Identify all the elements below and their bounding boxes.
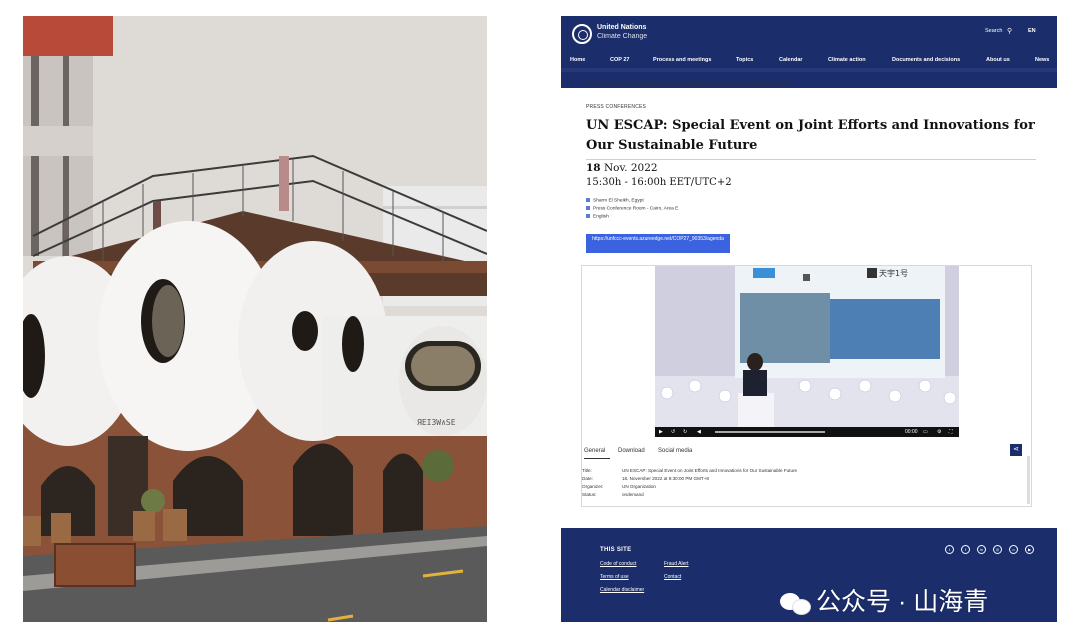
brand-line1: United Nations: [597, 24, 647, 31]
active-tab-indicator: [584, 458, 610, 459]
footer-link-contact[interactable]: Contact: [664, 574, 681, 580]
event-time: 15:30h - 16:00h EET/UTC+2: [586, 177, 732, 188]
video-player-box: 天宇1号 ▶ ↺ ↻ ◀ 00:00 ▭ ⚙ ⛶ General Downloa…: [581, 265, 1032, 507]
nav-item-documents[interactable]: Documents and decisions: [892, 57, 960, 63]
location-icon: [586, 198, 590, 202]
building-photo: ЯEIЗW∧SE: [23, 16, 487, 622]
date-day: 18: [586, 162, 601, 174]
player-tabs: General Download Social media: [582, 446, 1033, 459]
page-title: UN ESCAP: Special Event on Joint Efforts…: [586, 118, 1035, 153]
agenda-link-button[interactable]: https://unfccc-events.azureedge.net/COP2…: [586, 234, 730, 253]
watermark-text: 公众号 · 山海青: [816, 588, 989, 616]
time-readout: 00:00: [905, 429, 918, 435]
nav-item-home[interactable]: Home: [570, 57, 585, 63]
room-text: Press Conference Room - Cairo, Area E: [593, 206, 679, 212]
wechat-watermark: 公众号 · 山海青: [780, 582, 988, 618]
language-icon: [586, 214, 590, 218]
footer-link-fraud-alert[interactable]: Fraud Alert: [664, 561, 688, 567]
details-scrollbar[interactable]: [1027, 456, 1030, 504]
wechat-icon: [780, 591, 811, 616]
nav-item-calendar[interactable]: Calendar: [779, 57, 803, 63]
instagram-icon[interactable]: ◎: [993, 545, 1002, 554]
category-kicker: PRESS CONFERENCES: [586, 104, 647, 110]
share-icon[interactable]: ⋖: [1010, 444, 1022, 456]
forward-icon[interactable]: ↻: [683, 429, 687, 435]
language-selector[interactable]: EN: [1028, 28, 1036, 34]
un-climate-logo-icon[interactable]: [572, 24, 592, 44]
progress-bar[interactable]: [715, 431, 825, 433]
volume-icon[interactable]: ◀: [697, 429, 701, 435]
detail-value: UN Organization: [622, 484, 656, 489]
fullscreen-icon[interactable]: ⛶: [949, 429, 953, 435]
detail-key: Title:: [582, 468, 592, 473]
footer-link-calendar-disclaimer[interactable]: Calendar disclaimer: [600, 587, 644, 593]
twitter-icon[interactable]: t: [945, 545, 954, 554]
nav-item-topics[interactable]: Topics: [736, 57, 753, 63]
collage-frame: ЯEIЗW∧SE United Nations Climate Change S…: [0, 0, 1080, 643]
footer-heading: THIS SITE: [600, 547, 632, 553]
rewind-icon[interactable]: ↺: [671, 429, 675, 435]
un-webpage-screenshot: United Nations Climate Change Search ⚲ E…: [530, 16, 1057, 622]
facebook-icon[interactable]: f: [961, 545, 970, 554]
slide-brand: 天宇1号: [879, 268, 908, 278]
footer-link-terms[interactable]: Terms of use: [600, 574, 629, 580]
location-text: Sharm El Sheikh, Egypt: [593, 198, 644, 204]
detail-key: Organizer:: [582, 484, 604, 489]
room-icon: [586, 206, 590, 210]
detail-key: Date:: [582, 476, 593, 481]
title-divider: [586, 159, 1036, 160]
un-header: United Nations Climate Change Search ⚲ E…: [561, 16, 1057, 88]
tab-general[interactable]: General: [584, 448, 605, 454]
tab-download[interactable]: Download: [618, 448, 645, 454]
footer-link-code-of-conduct[interactable]: Code of conduct: [600, 561, 636, 567]
breadcrumb[interactable]: unfccc > UN ESCAP: Special Event on Join…: [586, 82, 788, 87]
nav-item-about[interactable]: About us: [986, 57, 1010, 63]
language-text: English: [593, 214, 609, 220]
search-link[interactable]: Search: [985, 28, 1002, 34]
detail-value: UN ESCAP: Special Event on Joint Efforts…: [622, 468, 798, 473]
nav-item-cop27[interactable]: COP 27: [610, 57, 629, 63]
flickr-icon[interactable]: ••: [1009, 545, 1018, 554]
event-room: Press Conference Room - Cairo, Area E: [586, 206, 678, 211]
linkedin-icon[interactable]: in: [977, 545, 986, 554]
tab-social-media[interactable]: Social media: [658, 448, 692, 454]
event-date: 18 Nov. 2022: [586, 162, 658, 174]
event-language: English: [586, 214, 609, 219]
event-location: Sharm El Sheikh, Egypt: [586, 198, 644, 203]
header-accent-bar: [561, 68, 1057, 72]
date-rest: Nov. 2022: [600, 162, 658, 174]
play-icon[interactable]: ▶: [659, 429, 663, 435]
video-controls: ▶ ↺ ↻ ◀ 00:00 ▭ ⚙ ⛶: [655, 427, 959, 437]
shop-sign: ЯEIЗW∧SE: [417, 418, 456, 427]
nav-item-process[interactable]: Process and meetings: [653, 57, 711, 63]
nav-item-news[interactable]: News: [1035, 57, 1049, 63]
cc-icon[interactable]: ▭: [923, 429, 928, 435]
video-frame[interactable]: 天宇1号: [655, 266, 959, 437]
search-icon[interactable]: ⚲: [1007, 27, 1012, 35]
brand-line2: Climate Change: [597, 33, 648, 40]
detail-value: ondemand: [622, 492, 644, 497]
detail-key: Status:: [582, 492, 597, 497]
main-nav: Home COP 27 Process and meetings Topics …: [561, 54, 1057, 68]
nav-item-climate-action[interactable]: Climate action: [828, 57, 866, 63]
settings-icon[interactable]: ⚙: [937, 429, 941, 435]
youtube-icon[interactable]: ▶: [1025, 545, 1034, 554]
detail-value: 18. November 2022 at 9:30:00 PM GMT+8: [622, 476, 709, 481]
un-brand: United Nations Climate Change: [597, 23, 647, 41]
